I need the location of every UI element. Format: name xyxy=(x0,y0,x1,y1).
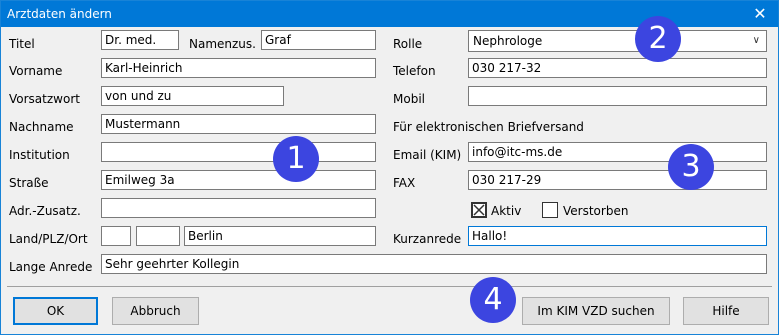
dialog-window: Arztdaten ändern ✕ Titel Dr. med. Namenz… xyxy=(0,0,779,335)
strasse-input[interactable]: Emilweg 3a xyxy=(101,170,376,190)
rolle-select[interactable]: Nephrologe ∨ xyxy=(468,30,767,52)
check-icon xyxy=(473,204,485,216)
land-plz-ort-label: Land/PLZ/Ort xyxy=(9,232,88,246)
verstorben-checkbox[interactable] xyxy=(542,202,558,218)
kurzanrede-label: Kurzanrede xyxy=(393,232,462,246)
hilfe-button[interactable]: Hilfe xyxy=(683,297,769,325)
email-label: Email (KIM) xyxy=(393,148,462,162)
vorsatzwort-input[interactable]: von und zu xyxy=(101,86,284,106)
mobil-label: Mobil xyxy=(393,92,425,106)
aktiv-label: Aktiv xyxy=(491,204,522,218)
adr-zusatz-input[interactable] xyxy=(101,198,376,218)
callout-badge-4: 4 xyxy=(470,277,516,323)
titel-input[interactable]: Dr. med. xyxy=(101,30,179,50)
lange-anrede-label: Lange Anrede xyxy=(9,260,93,274)
mobil-input[interactable] xyxy=(468,86,767,106)
land-input[interactable] xyxy=(101,226,131,246)
institution-input[interactable] xyxy=(101,142,376,162)
rolle-selected-value: Nephrologe xyxy=(473,34,543,48)
chevron-down-icon[interactable]: ∨ xyxy=(753,34,760,48)
nachname-label: Nachname xyxy=(9,120,74,134)
ok-button[interactable]: OK xyxy=(13,297,98,325)
callout-badge-1: 1 xyxy=(273,136,319,182)
kurzanrede-input[interactable]: Hallo! xyxy=(468,226,767,246)
institution-label: Institution xyxy=(9,148,70,162)
callout-badge-3: 3 xyxy=(668,144,714,190)
strasse-label: Straße xyxy=(9,176,49,190)
window-title: Arztdaten ändern xyxy=(7,7,112,21)
verstorben-label: Verstorben xyxy=(563,204,629,218)
ort-input[interactable]: Berlin xyxy=(184,226,376,246)
telefon-input[interactable]: 030 217-32 xyxy=(468,58,767,78)
nachname-input[interactable]: Mustermann xyxy=(101,114,376,134)
rolle-label: Rolle xyxy=(393,37,423,51)
fax-input[interactable]: 030 217-29 xyxy=(468,170,767,190)
fax-label: FAX xyxy=(393,176,416,190)
vorsatzwort-label: Vorsatzwort xyxy=(9,92,80,106)
callout-badge-2: 2 xyxy=(635,16,681,62)
aktiv-checkbox[interactable] xyxy=(471,202,487,218)
close-icon[interactable]: ✕ xyxy=(742,1,778,27)
namenszus-label: Namenzus. xyxy=(189,37,256,51)
abbruch-button[interactable]: Abbruch xyxy=(112,297,199,325)
lange-anrede-input[interactable]: Sehr geehrter Kollegin xyxy=(101,254,767,274)
briefversand-heading: Für elektronischen Briefversand xyxy=(393,120,584,134)
telefon-label: Telefon xyxy=(393,64,436,78)
kim-search-button[interactable]: Im KIM VZD suchen xyxy=(522,297,670,325)
plz-input[interactable] xyxy=(136,226,180,246)
adr-zusatz-label: Adr.-Zusatz. xyxy=(9,204,81,218)
footer-divider xyxy=(7,286,772,287)
vorname-label: Vorname xyxy=(9,64,63,78)
namenszus-input[interactable]: Graf xyxy=(261,30,376,50)
vorname-input[interactable]: Karl-Heinrich xyxy=(101,58,376,78)
email-input[interactable]: info@itc-ms.de xyxy=(468,142,767,162)
titel-label: Titel xyxy=(9,37,35,51)
